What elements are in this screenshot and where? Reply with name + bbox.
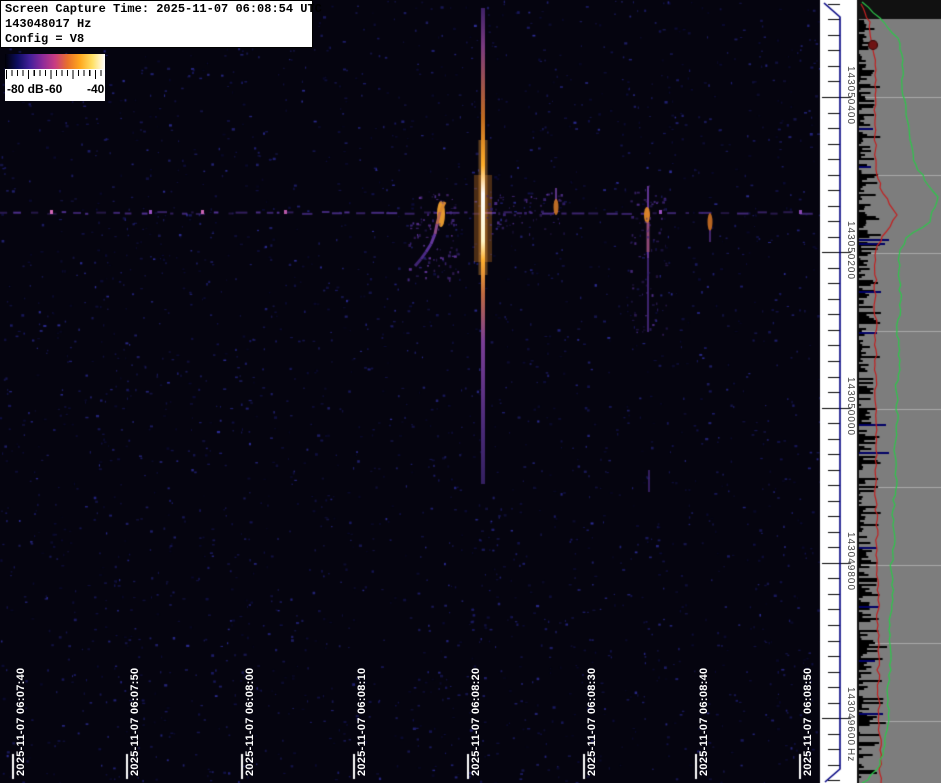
config-line: Config = V8 — [5, 32, 312, 47]
freq-label: 143049800 — [845, 532, 856, 591]
freq-label: 143050200 — [845, 221, 856, 280]
freq-label: 143050400 — [845, 66, 856, 125]
colorbar-legend: -80 dB -60 -40 — [5, 54, 105, 101]
capture-info-box: Screen Capture Time: 2025-11-07 06:08:54… — [0, 0, 313, 48]
freq-axis-unit: Hz — [845, 748, 856, 762]
time-label: 2025-11-07 06:07:40 — [15, 668, 27, 776]
colorbar-label-min: -80 dB — [7, 82, 44, 96]
colorbar-gradient — [5, 54, 105, 69]
time-label: 2025-11-07 06:08:00 — [244, 668, 256, 776]
colorbar-labels: -80 dB -60 -40 — [5, 80, 105, 98]
capture-time-line: Screen Capture Time: 2025-11-07 06:08:54… — [5, 2, 312, 17]
spectrogram-canvas — [0, 0, 941, 783]
colorbar-label-mid: -60 — [45, 82, 62, 96]
time-label: 2025-11-07 06:08:10 — [356, 668, 368, 776]
time-label: 2025-11-07 06:08:20 — [470, 668, 482, 776]
colorbar-ticks-major — [6, 70, 104, 79]
freq-label: 143049600 — [845, 687, 856, 746]
frequency-line: 143048017 Hz — [5, 17, 312, 32]
spectrum-lab-screen-capture: Screen Capture Time: 2025-11-07 06:08:54… — [0, 0, 941, 783]
time-label: 2025-11-07 06:08:50 — [802, 668, 814, 776]
colorbar-label-max: -40 — [87, 82, 104, 96]
time-label: 2025-11-07 06:07:50 — [129, 668, 141, 776]
time-label: 2025-11-07 06:08:40 — [698, 668, 710, 776]
time-label: 2025-11-07 06:08:30 — [586, 668, 598, 776]
freq-label: 143050000 — [845, 377, 856, 436]
